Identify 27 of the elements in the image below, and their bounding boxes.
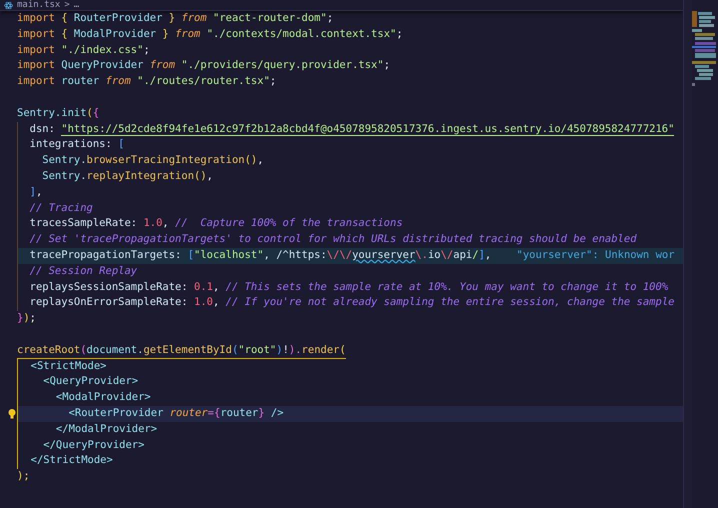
code-line: dsn: "https://5d2cde8f94fe1e612c97f2b12a8cbd4f@o4507895820517376.ingest.us.sentry.io/4507895824777216"	[17, 122, 683, 138]
lightbulb-icon[interactable]	[8, 408, 16, 419]
scrollbar-track[interactable]	[683, 0, 692, 508]
code-line: // Tracing	[17, 200, 683, 216]
code-line: ],	[17, 184, 683, 201]
breadcrumb-separator: >	[64, 0, 70, 10]
code-line: Sentry.browserTracingIntegration(),	[17, 153, 683, 169]
code-line: import router from "./routes/router.tsx";	[17, 74, 278, 90]
code-line: replaysSessionSampleRate: 0.1, // This sets the sample rate at 10%. You may want to change it to 100%	[17, 280, 683, 296]
code-line: Sentry.init({	[17, 106, 100, 121]
breadcrumb-file[interactable]: main.tsx	[17, 0, 60, 10]
code-line: import "./index.css";	[17, 42, 151, 58]
code-line: tracesSampleRate: 1.0, // Capture 100% of the transactions	[17, 216, 683, 232]
code-line: replaysOnErrorSampleRate: 1.0, // If you're not already sampling the entire session, change the sample	[17, 295, 683, 312]
code-line: import { RouterProvider } from "react-router-dom";	[17, 11, 334, 26]
minimap-drawing[interactable]	[692, 11, 716, 87]
code-line: createRoot(document.getElementById("root")!).render(	[17, 342, 683, 359]
code-line: import QueryProvider from "./providers/query.provider.tsx";	[17, 58, 392, 74]
code-line: Sentry.replayIntegration(),	[17, 168, 683, 185]
react-icon	[4, 2, 13, 8]
code-line: // Set 'tracePropagationTargets' to control for which URLs distributed tracing should be enabled	[17, 232, 683, 248]
code-line: integrations: [	[17, 137, 683, 154]
breadcrumb-more[interactable]: …	[74, 0, 80, 10]
code-line: // Session Replay	[17, 264, 683, 280]
code-line: });	[17, 311, 37, 326]
code-line: import { ModalProvider } from "./contexts/modal.context.tsx";	[17, 26, 404, 42]
code-line: );	[17, 469, 31, 484]
